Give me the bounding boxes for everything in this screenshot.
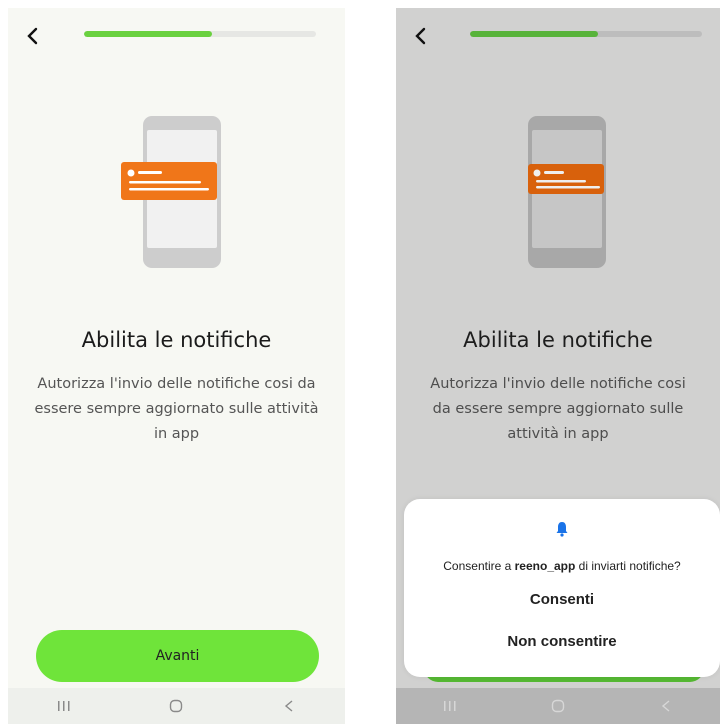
system-back-button[interactable] [269,694,309,718]
onboarding-screen: Abilita le notifiche Autorizza l'invio d… [8,8,345,724]
progress-fill [470,31,598,37]
home-button[interactable] [156,694,196,718]
page-description: Autorizza l'invio delle notifiche cosi d… [430,376,686,442]
system-back-button[interactable] [646,694,686,718]
system-nav-bar [396,688,720,724]
recent-apps-icon [58,701,70,711]
onboarding-screen-with-dialog: Abilita le notifiche Autorizza l'invio d… [396,8,720,724]
home-icon [551,699,565,713]
page-description: Autorizza l'invio delle notifiche cosi d… [34,376,319,442]
next-button[interactable]: Avanti [36,630,319,682]
progress-bar [470,31,702,37]
back-button[interactable] [20,24,44,48]
back-arrow-icon [284,700,293,712]
message-suffix: di inviarti notifiche? [578,559,681,573]
home-button[interactable] [538,694,578,718]
app-name: reeno_app [514,559,576,573]
page-title: Abilita le notifiche [463,328,653,352]
recent-apps-button[interactable] [44,694,84,718]
permission-message: Consentire a reeno_app di inviarti notif… [404,559,720,573]
home-icon [170,699,183,713]
phone-notification-illustration [528,116,606,268]
page-title: Abilita le notifiche [81,328,272,352]
deny-button[interactable]: Non consentire [404,633,720,650]
system-nav-bar [8,688,345,724]
recent-apps-button[interactable] [430,694,470,718]
chevron-left-icon [27,27,38,45]
phone-notification-illustration [121,116,221,268]
progress-fill [84,31,212,37]
allow-button[interactable]: Consenti [404,591,720,608]
chevron-left-icon [415,27,426,45]
progress-bar [84,31,316,37]
bell-icon [556,522,568,537]
notification-permission-dialog: Consentire a reeno_app di inviarti notif… [404,499,720,677]
back-arrow-icon [661,700,670,712]
recent-apps-icon [444,701,456,711]
message-prefix: Consentire a [443,559,512,573]
back-button[interactable] [408,24,432,48]
